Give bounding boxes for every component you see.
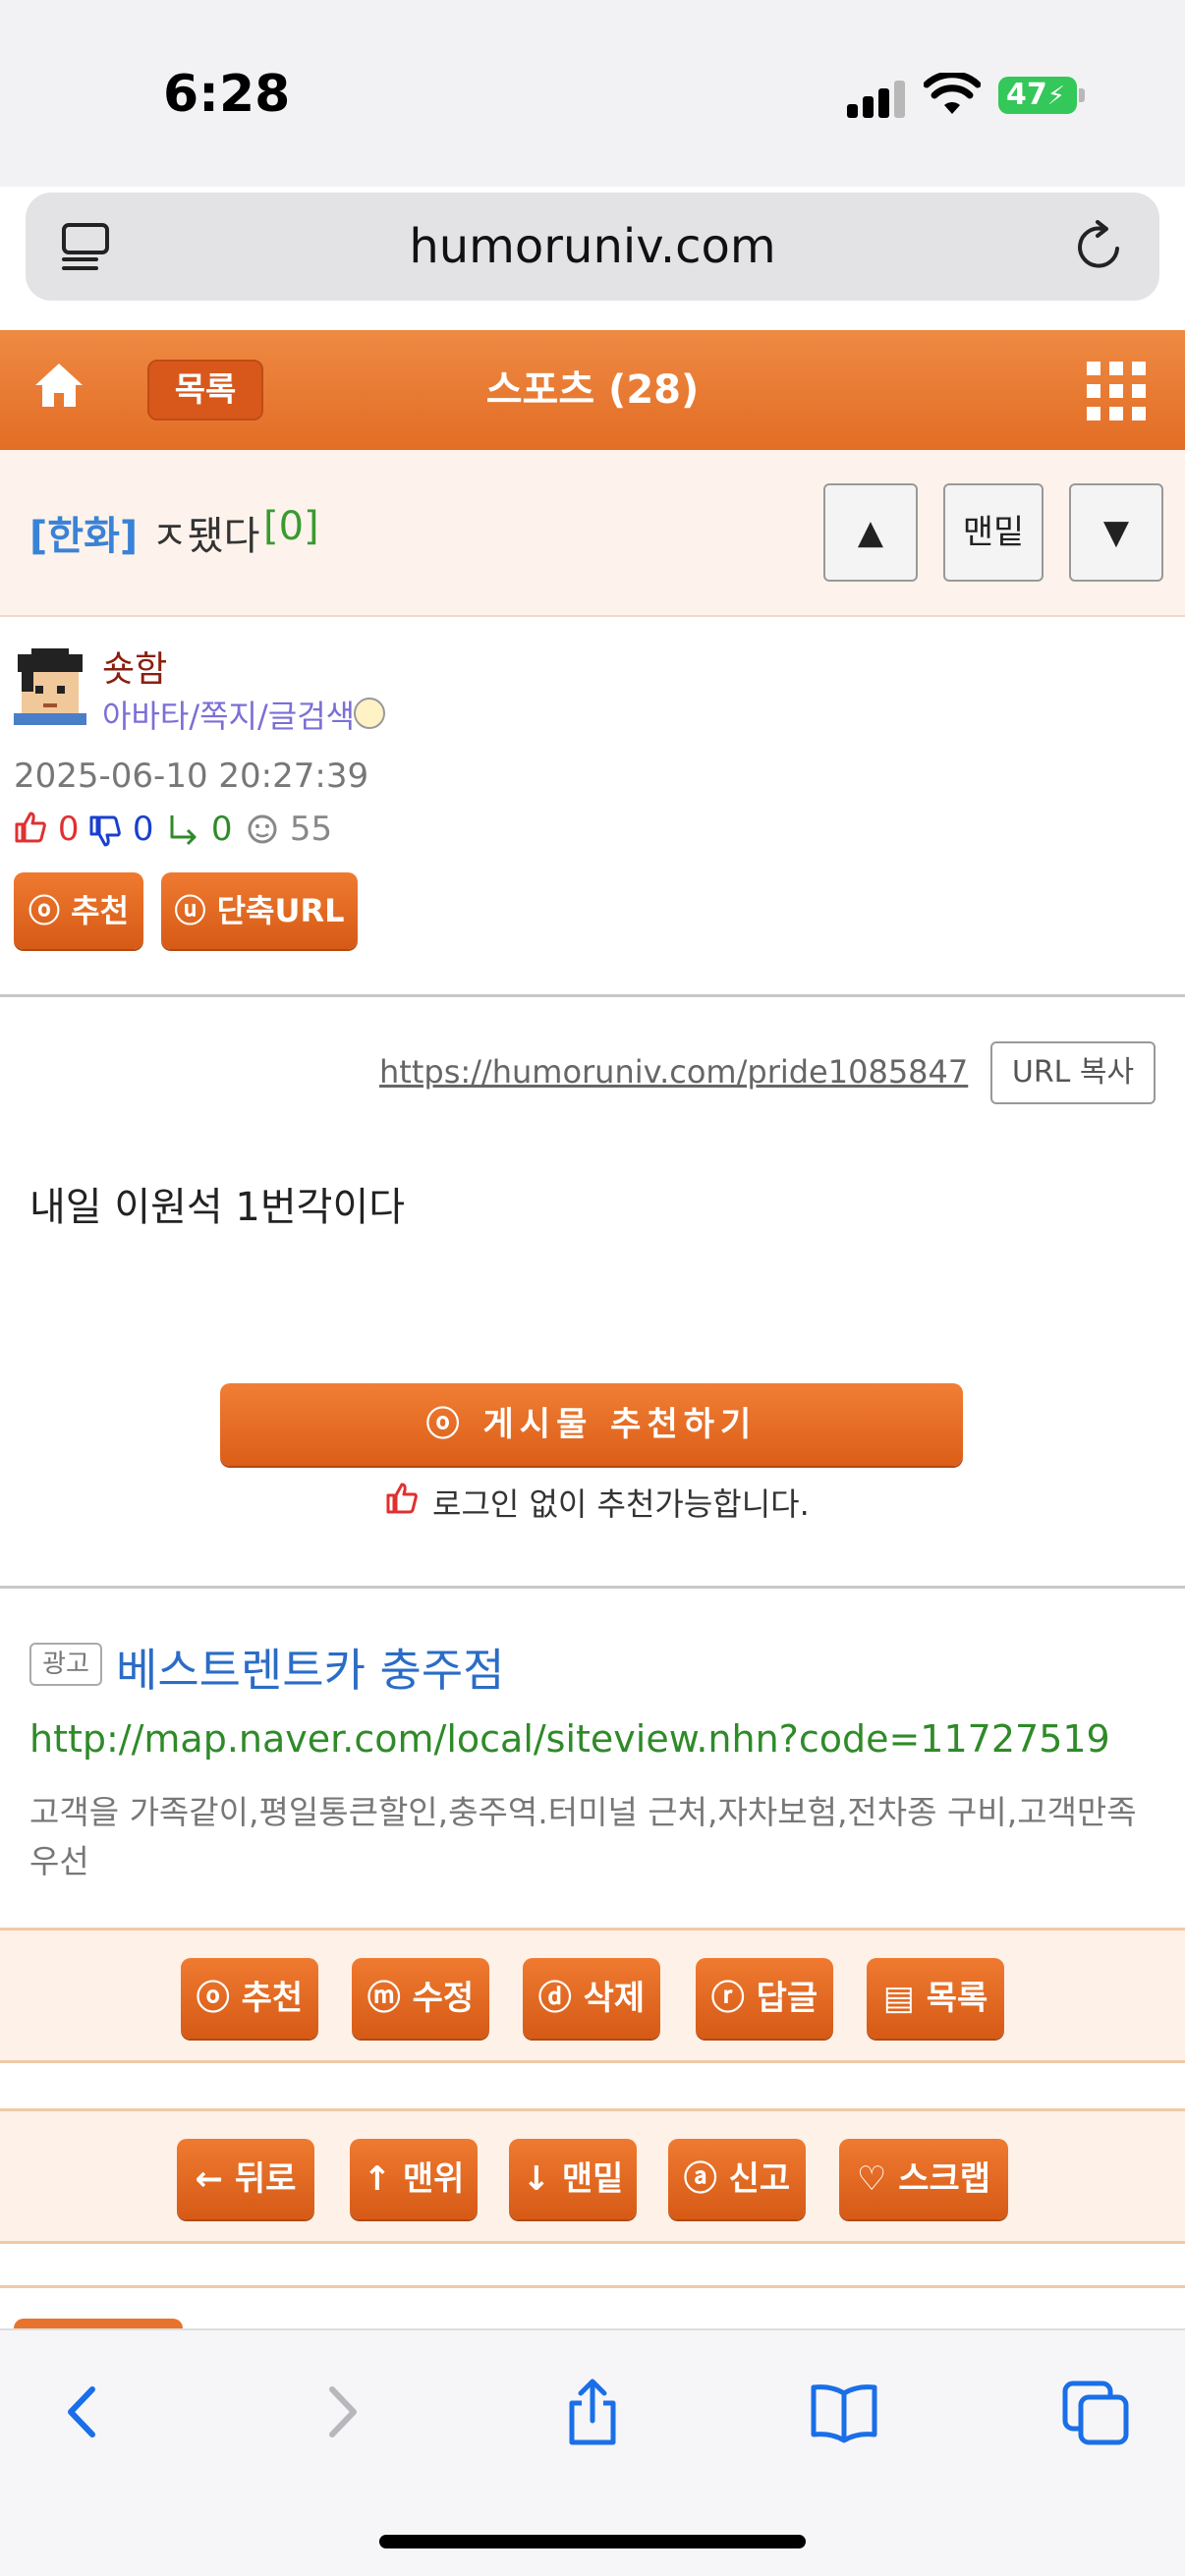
scroll-bottom-button[interactable]: 맨밑 — [943, 483, 1044, 582]
ad-url[interactable]: http://map.naver.com/local/siteview.nhn?… — [29, 1717, 1110, 1761]
thumb-down-icon — [89, 815, 121, 847]
address-bar[interactable]: humoruniv.com — [26, 193, 1159, 301]
wifi-icon — [924, 73, 981, 114]
battery-indicator: 47⚡ — [998, 77, 1077, 114]
divider — [0, 1586, 1185, 1589]
post-permalink[interactable]: https://humoruniv.com/pride1085847 — [379, 1053, 968, 1091]
post-action-bar: ⓞ 추천 ⓜ 수정 ⓓ 삭제 ⓡ 답글 ▤ 목록 — [0, 1928, 1185, 2063]
tabs-icon[interactable] — [1061, 2378, 1130, 2446]
list-button[interactable]: ▤ 목록 — [867, 1958, 1004, 2039]
recommend-post-button[interactable]: ⓞ 게시물 추천하기 — [220, 1383, 963, 1466]
post-title: ㅈ됐다 — [151, 514, 260, 559]
post-body: 내일 이원석 1번각이다 — [29, 1185, 406, 1230]
reload-icon[interactable] — [1073, 220, 1126, 273]
recommend-button[interactable]: ⓞ 추천 — [181, 1958, 318, 2039]
dislike-count: 0 — [132, 810, 154, 849]
bottom-button[interactable]: ↓ 맨밑 — [509, 2139, 637, 2219]
divider — [0, 994, 1185, 997]
recommend-button[interactable]: ⓞ 추천 — [14, 872, 143, 949]
avatar[interactable] — [14, 648, 86, 725]
forward-icon[interactable] — [307, 2378, 375, 2446]
post-date: 2025-06-10 20:27:39 — [14, 756, 369, 796]
post-nav-bar: ← 뒤로 ↑ 맨위 ↓ 맨밑 ⓐ 신고 ♡ 스크랩 — [0, 2108, 1185, 2244]
share-icon[interactable] — [558, 2378, 627, 2446]
recommend-note: 로그인 없이 추천가능합니다. — [432, 1485, 810, 1523]
post-title-bar: [한화] ㅈ됐다 [0] ▲ 맨밑 ▼ — [0, 450, 1185, 617]
reply-icon — [170, 815, 197, 846]
delete-button[interactable]: ⓓ 삭제 — [523, 1958, 660, 2039]
scroll-up-button[interactable]: ▲ — [823, 483, 918, 582]
grid-menu-icon[interactable] — [1087, 362, 1146, 420]
views-icon — [248, 814, 277, 844]
thumb-up-icon — [15, 812, 46, 843]
charging-icon: ⚡ — [1046, 82, 1066, 111]
top-button[interactable]: ↑ 맨위 — [350, 2139, 478, 2219]
scrap-button[interactable]: ♡ 스크랩 — [839, 2139, 1008, 2219]
view-count: 55 — [289, 810, 333, 849]
battery-tip — [1079, 88, 1085, 102]
cellular-signal-icon — [847, 79, 906, 118]
status-bar: 6:28 47⚡ — [0, 0, 1185, 187]
back-button[interactable]: ← 뒤로 — [177, 2139, 314, 2219]
site-header: 목록 스포츠 (28) — [0, 330, 1185, 450]
back-icon[interactable] — [49, 2378, 118, 2446]
report-button[interactable]: ⓐ 신고 — [668, 2139, 806, 2219]
url-text[interactable]: humoruniv.com — [26, 193, 1159, 301]
divider — [0, 2285, 1185, 2288]
ad-description: 고객을 가족같이,평일통큰할인,충주역.터미널 근처,자차보험,전차종 구비,고… — [29, 1793, 1137, 1880]
home-indicator — [379, 2535, 806, 2548]
post-category[interactable]: [한화] — [29, 504, 138, 561]
like-count: 0 — [57, 810, 80, 849]
copy-url-button[interactable]: URL 복사 — [990, 1041, 1156, 1104]
battery-level: 47 — [1006, 78, 1047, 112]
scroll-down-button[interactable]: ▼ — [1069, 483, 1163, 582]
comment-count: [0] — [263, 504, 319, 549]
status-time: 6:28 — [163, 65, 291, 124]
member-level-icon — [354, 698, 385, 729]
edit-button[interactable]: ⓜ 수정 — [352, 1958, 489, 2039]
thumb-up-icon — [386, 1483, 418, 1514]
author-name[interactable]: 숏함 — [102, 641, 167, 692]
ad-title[interactable]: 베스트렌트카 충주점 — [116, 1635, 505, 1700]
reply-button[interactable]: ⓡ 답글 — [696, 1958, 833, 2039]
author-links[interactable]: 아바타/쪽지/글검색 — [102, 692, 355, 737]
bookmarks-icon[interactable] — [810, 2378, 878, 2446]
board-title: 스포츠 (28) — [485, 367, 700, 413]
reply-count: 0 — [210, 810, 233, 849]
short-url-button[interactable]: ⓤ 단축URL — [161, 872, 358, 949]
ad-badge: 광고 — [29, 1643, 102, 1686]
